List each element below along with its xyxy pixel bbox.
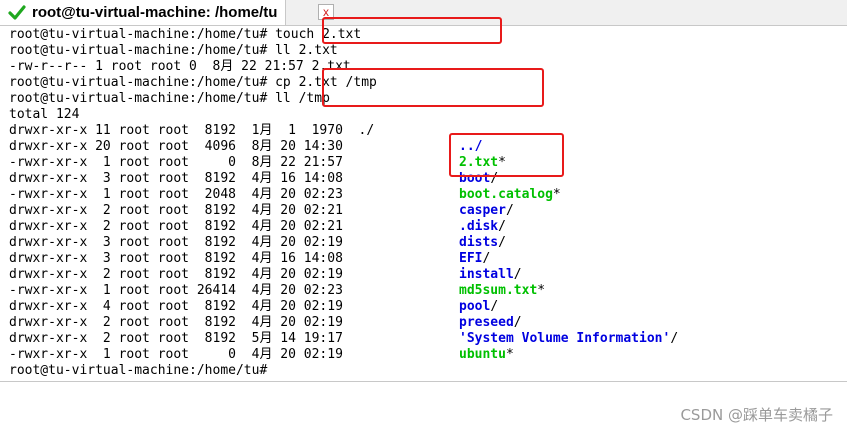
terminal-line: -rwxr-xr-x 1 root root 2048 4月 20 02:23 <box>9 187 343 202</box>
file-type-suffix: * <box>505 347 514 362</box>
divider <box>0 381 847 382</box>
terminal-line: drwxr-xr-x 2 root root 8192 4月 20 02:19 <box>9 267 343 282</box>
file-name: boot.catalog <box>459 187 553 202</box>
terminal-window: root@tu-virtual-machine: /home/tu x root… <box>0 0 847 434</box>
file-type-suffix: * <box>552 187 561 202</box>
terminal-line: root@tu-virtual-machine:/home/tu# touch … <box>9 27 362 42</box>
file-name: pool <box>459 299 491 314</box>
file-entry: .disk/ <box>459 219 506 235</box>
terminal-line: root@tu-virtual-machine:/home/tu# ll /tm… <box>9 91 330 106</box>
file-name: preseed <box>459 315 514 330</box>
file-entry: EFI/ <box>459 251 490 267</box>
file-name: ubuntu <box>459 347 506 362</box>
terminal-line: -rwxr-xr-x 1 root root 0 4月 20 02:19 <box>9 347 343 362</box>
highlight-cp-command <box>322 68 544 107</box>
file-entry: pool/ <box>459 299 498 315</box>
file-type-suffix: / <box>498 219 506 234</box>
terminal-line: -rwxr-xr-x 1 root root 26414 4月 20 02:23 <box>9 283 343 298</box>
file-entry: casper/ <box>459 203 514 219</box>
file-entry: preseed/ <box>459 315 522 331</box>
file-name: dists <box>459 235 499 250</box>
file-name: casper <box>459 203 506 218</box>
file-name: install <box>459 267 514 282</box>
file-name: EFI <box>459 251 483 266</box>
terminal-line: drwxr-xr-x 2 root root 8192 4月 20 02:21 <box>9 219 343 234</box>
file-entry: 'System Volume Information'/ <box>459 331 678 347</box>
terminal-line: drwxr-xr-x 3 root root 8192 4月 20 02:19 <box>9 235 343 250</box>
file-type-suffix: / <box>513 315 522 330</box>
terminal-line: total 124 <box>9 107 80 122</box>
file-type-suffix: / <box>670 331 679 346</box>
terminal-line: -rwxr-xr-x 1 root root 0 8月 22 21:57 <box>9 155 343 170</box>
file-type-suffix: / <box>505 203 514 218</box>
file-entry: boot.catalog* <box>459 187 561 203</box>
tab-terminal[interactable]: root@tu-virtual-machine: /home/tu <box>0 0 287 25</box>
terminal-line: drwxr-xr-x 2 root root 8192 4月 20 02:21 <box>9 203 343 218</box>
terminal-line: -rw-r--r-- 1 root root 0 8月 22 21:57 2.t… <box>9 59 351 74</box>
file-entry: ubuntu* <box>459 347 514 363</box>
checkmark-icon <box>8 4 26 22</box>
terminal-line: drwxr-xr-x 20 root root 4096 8月 20 14:30 <box>9 139 343 154</box>
tab-title: root@tu-virtual-machine: /home/tu <box>32 4 278 21</box>
terminal-line: drwxr-xr-x 2 root root 8192 4月 20 02:19 <box>9 315 343 330</box>
terminal-line: drwxr-xr-x 3 root root 8192 4月 16 14:08 <box>9 171 343 186</box>
terminal-line: drwxr-xr-x 3 root root 8192 4月 16 14:08 <box>9 251 343 266</box>
terminal-line: drwxr-xr-x 2 root root 8192 5月 14 19:17 <box>9 331 343 346</box>
file-name: 'System Volume Information' <box>459 331 671 346</box>
file-type-suffix: / <box>498 235 506 250</box>
file-type-suffix: / <box>513 267 522 282</box>
file-type-suffix: / <box>482 251 491 266</box>
terminal-output[interactable]: root@tu-virtual-machine:/home/tu# touch … <box>0 17 847 380</box>
highlight-touch-command <box>322 17 502 44</box>
file-name: md5sum.txt <box>459 283 538 298</box>
file-entry: md5sum.txt* <box>459 283 545 299</box>
terminal-line: root@tu-virtual-machine:/home/tu# ll 2.t… <box>9 43 338 58</box>
file-type-suffix: / <box>490 299 499 314</box>
terminal-line: root@tu-virtual-machine:/home/tu# <box>9 363 268 378</box>
terminal-line: drwxr-xr-x 4 root root 8192 4月 20 02:19 <box>9 299 343 314</box>
highlight-2txt-entry <box>449 133 564 177</box>
file-entry: install/ <box>459 267 522 283</box>
file-name: .disk <box>459 219 499 234</box>
watermark: CSDN @踩单车卖橘子 <box>680 406 833 424</box>
file-entry: dists/ <box>459 235 506 251</box>
terminal-line: drwxr-xr-x 11 root root 8192 1月 1 1970 .… <box>9 123 375 138</box>
file-type-suffix: * <box>537 283 546 298</box>
